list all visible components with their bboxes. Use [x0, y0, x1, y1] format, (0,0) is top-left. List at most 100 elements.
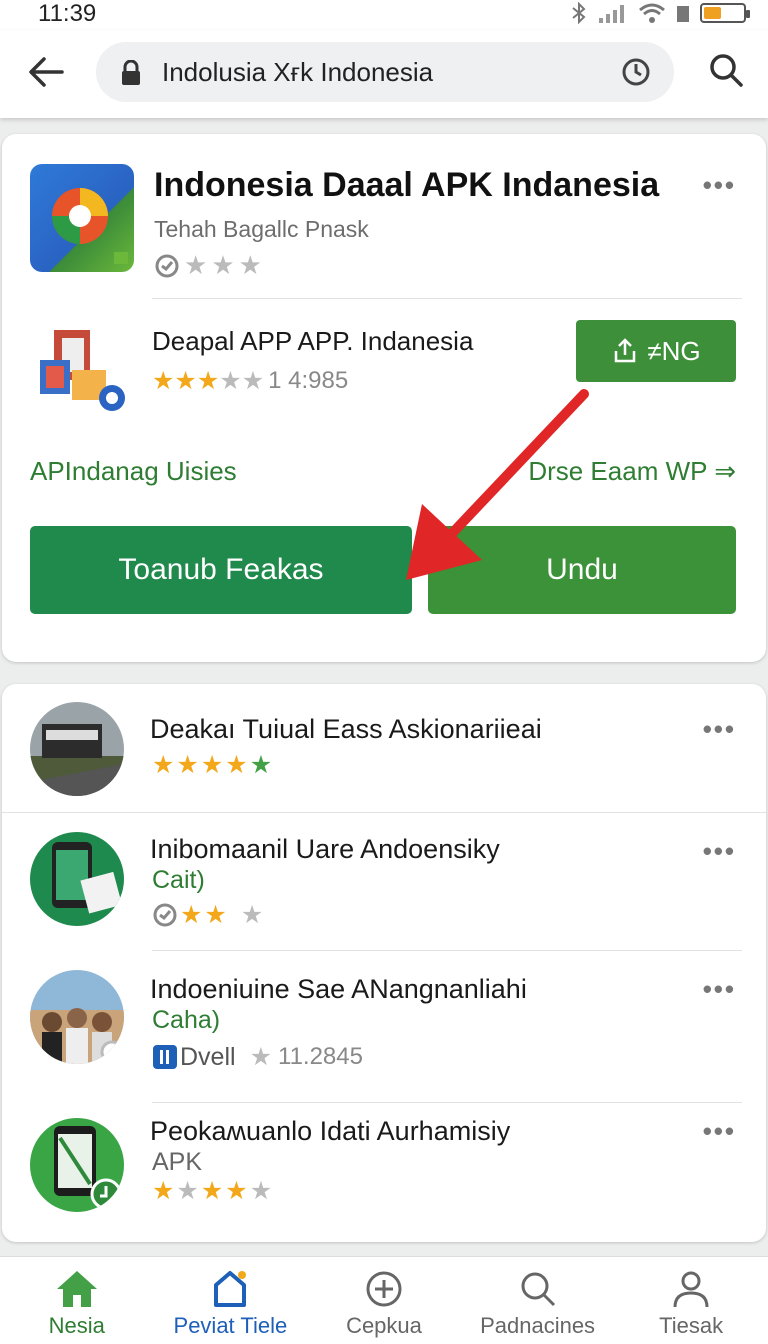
- person-icon: [673, 1271, 709, 1308]
- star-icon: ★: [225, 751, 248, 779]
- share-icon: [615, 338, 636, 363]
- secondary-app-rating-value: 1 4:985: [268, 367, 349, 394]
- star-icon: ★: [152, 1177, 175, 1205]
- search-icon: [521, 1272, 555, 1307]
- url-bar[interactable]: Indolusia Xғk Indonesia: [96, 42, 674, 102]
- divider: [152, 950, 742, 951]
- star-icon: ★: [196, 367, 220, 395]
- star-icon: ★: [249, 1177, 273, 1205]
- list-item[interactable]: Peokaʍuanlo Idati Aurhamisiy APK ★ ★ ★ ★…: [2, 1116, 766, 1246]
- app-rating: ★ ★ ★: [154, 250, 262, 281]
- verified-icon: [153, 903, 177, 927]
- history-icon[interactable]: [620, 56, 652, 88]
- star-icon: ★: [200, 1177, 224, 1205]
- nav-label: Peviat Tiele: [173, 1313, 288, 1338]
- list-item-rating: Dvell ★ 11.2845: [152, 1042, 363, 1072]
- list-item-thumbnail: [30, 702, 124, 796]
- list-item[interactable]: Deakaı Tuiual Eass Askionariieai ★ ★ ★ ★…: [2, 684, 766, 814]
- nav-label: Nesia: [48, 1313, 105, 1338]
- star-icon: ★: [152, 751, 175, 779]
- app-icon[interactable]: [30, 164, 134, 272]
- install-button-label: ≠NG: [647, 335, 701, 366]
- bottom-navigation: Nesia Peviat Tiele Cepkua Padnacines Tie…: [0, 1256, 768, 1344]
- list-item-title: Indoeniuine Sae ANangnanliahi: [150, 974, 527, 1004]
- category-link[interactable]: APIndanag Uisies: [30, 456, 237, 487]
- battery-icon: [700, 3, 750, 23]
- nav-item-home[interactable]: Nesia: [2, 1257, 152, 1344]
- app-list-card: Deakaı Tuiual Eass Askionariieai ★ ★ ★ ★…: [2, 684, 766, 1242]
- more-options-icon[interactable]: •••: [703, 836, 736, 867]
- list-item-title: Deakaı Tuiual Eass Askionariieai: [150, 714, 542, 744]
- add-circle-icon: [366, 1271, 402, 1307]
- install-button[interactable]: ≠NG: [576, 320, 736, 382]
- list-item-rating-value: 11.2845: [278, 1043, 363, 1070]
- divider: [2, 812, 766, 813]
- list-item-rating: ★ ★ ★ ★ ★: [152, 1176, 272, 1206]
- list-item[interactable]: Inibomaanil Uare Andoensiky Cait) ★ ★ ★ …: [2, 824, 766, 954]
- list-item-rating: ★ ★ ★: [152, 900, 263, 930]
- signal-icon: [599, 5, 624, 23]
- app-detail-card: Indonesia Daaal APK Indanesia Tehah Baga…: [2, 134, 766, 662]
- open-button[interactable]: Toanub Feakas: [30, 526, 412, 614]
- app-icon-secondary[interactable]: [32, 320, 132, 416]
- star-icon: ★: [152, 367, 175, 395]
- app-badge-icon: [153, 1045, 177, 1069]
- divider: [152, 298, 742, 299]
- search-icon[interactable]: [708, 52, 744, 88]
- star-icon: ★: [219, 367, 242, 395]
- divider: [152, 1102, 742, 1103]
- secondary-app-title: Deapal APP APP. Indanesia: [152, 326, 474, 356]
- list-item-thumbnail: [30, 1118, 124, 1212]
- star-icon: ★: [225, 1177, 248, 1205]
- list-item[interactable]: Indoeniuine Sae ANangnanliahi Caha) Dvel…: [2, 964, 766, 1094]
- notification-icon: [214, 1271, 247, 1307]
- list-item-thumbnail: [30, 832, 124, 926]
- star-icon: ★: [249, 1043, 272, 1071]
- list-item-subtitle: Cait): [152, 866, 205, 894]
- wifi-icon: [639, 3, 665, 23]
- status-time: 11:39: [38, 0, 97, 27]
- list-item-thumbnail: [30, 970, 124, 1064]
- more-options-icon[interactable]: •••: [703, 1116, 736, 1147]
- secondary-app-rating: ★ ★ ★ ★ ★ 1 4:985: [152, 366, 348, 396]
- star-icon: ★: [180, 901, 203, 929]
- star-icon: ★: [176, 751, 199, 779]
- lock-icon: [122, 60, 140, 85]
- star-icon: ★: [241, 367, 265, 395]
- sim-icon: [677, 6, 689, 22]
- more-options-icon[interactable]: •••: [703, 714, 736, 745]
- red-arrow-annotation: [406, 389, 589, 580]
- nav-item-search[interactable]: Padnacines: [463, 1257, 613, 1344]
- list-item-badge: Dvell: [180, 1042, 236, 1071]
- url-text: Indolusia Xғk Indonesia: [162, 57, 434, 87]
- nav-item-updates[interactable]: Peviat Tiele: [155, 1257, 305, 1344]
- list-item-subtitle: APK: [152, 1148, 203, 1176]
- nav-item-profile[interactable]: Tiesak: [616, 1257, 766, 1344]
- star-icon: ★: [200, 751, 224, 779]
- nav-item-add[interactable]: Cepkua: [309, 1257, 459, 1344]
- verified-icon: [155, 254, 179, 277]
- nav-label: Cepkua: [346, 1313, 422, 1338]
- star-icon: ★: [174, 367, 197, 395]
- star-icon: ★: [211, 250, 235, 280]
- more-options-icon[interactable]: •••: [703, 974, 736, 1005]
- nav-label: Tiesak: [659, 1313, 724, 1338]
- list-item-title: Inibomaanil Uare Andoensiky: [150, 834, 500, 864]
- status-bar: 11:39: [0, 0, 768, 30]
- list-item-rating: ★ ★ ★ ★ ★: [152, 750, 272, 780]
- app-subtitle: Tehah Bagallc Pnask: [154, 216, 369, 242]
- star-icon: ★: [184, 250, 208, 280]
- status-icons: [570, 2, 750, 24]
- app-title: Indonesia Daaal APK Indanesia: [154, 166, 660, 204]
- more-options-icon[interactable]: •••: [703, 170, 736, 201]
- back-arrow-icon[interactable]: [24, 50, 68, 94]
- star-icon: ★: [176, 1177, 199, 1205]
- browser-toolbar: Indolusia Xғk Indonesia: [0, 30, 768, 118]
- star-icon: ★: [240, 901, 264, 929]
- nav-label: Padnacines: [480, 1313, 596, 1338]
- star-icon: ★: [249, 751, 273, 779]
- list-item-subtitle: Caha): [152, 1006, 221, 1034]
- star-icon: ★: [204, 901, 227, 929]
- list-item-title: Peokaʍuanlo Idati Aurhamisiy: [150, 1116, 511, 1146]
- bluetooth-icon: [572, 2, 586, 24]
